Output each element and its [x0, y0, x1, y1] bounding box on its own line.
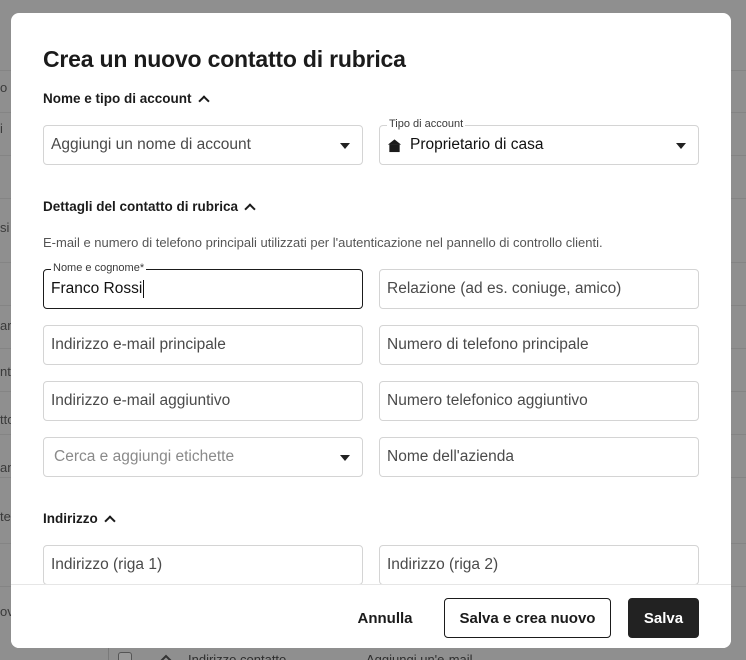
- home-icon: [160, 654, 172, 660]
- section-heading: Indirizzo: [43, 511, 98, 526]
- save-and-new-button[interactable]: Salva e crea nuovo: [444, 598, 611, 638]
- extra-phone-placeholder: Numero telefonico aggiuntivo: [387, 392, 588, 409]
- modal-body: Crea un nuovo contatto di rubrica Nome e…: [11, 13, 731, 584]
- chevron-up-icon: [244, 202, 256, 215]
- extra-phone-field[interactable]: Numero telefonico aggiuntivo: [379, 381, 699, 421]
- company-field[interactable]: Nome dell'azienda: [379, 437, 699, 477]
- section-heading: Dettagli del contatto di rubrica: [43, 199, 239, 214]
- full-name-field[interactable]: Nome e cognome* Franco Rossi: [43, 262, 363, 309]
- details-section-toggle[interactable]: Dettagli del contatto di rubrica: [43, 199, 256, 215]
- account-name-select[interactable]: Aggiungi un nome di account: [43, 125, 363, 165]
- primary-phone-placeholder: Numero di telefono principale: [387, 336, 589, 353]
- extra-email-placeholder: Indirizzo e-mail aggiuntivo: [51, 392, 231, 409]
- primary-email-field[interactable]: Indirizzo e-mail principale: [43, 325, 363, 365]
- address-line2-placeholder: Indirizzo (riga 2): [387, 556, 499, 573]
- home-icon: [387, 138, 402, 152]
- cancel-button[interactable]: Annulla: [343, 598, 427, 638]
- account-section-toggle[interactable]: Nome e tipo di account: [43, 91, 210, 107]
- section-heading: Nome e tipo di account: [43, 91, 192, 106]
- dropdown-arrow-icon: [340, 455, 350, 461]
- tags-placeholder: Cerca e aggiungi etichette: [54, 448, 235, 465]
- address-section-toggle[interactable]: Indirizzo: [43, 511, 116, 527]
- tags-select[interactable]: Cerca e aggiungi etichette: [43, 437, 363, 477]
- address-line2-field[interactable]: Indirizzo (riga 2): [379, 545, 699, 584]
- company-placeholder: Nome dell'azienda: [387, 448, 515, 465]
- bg-row-label: Indirizzo contatto: [188, 652, 287, 660]
- account-name-placeholder: Aggiungi un nome di account: [51, 136, 251, 153]
- save-button[interactable]: Salva: [628, 598, 699, 638]
- bg-row-value: Aggiungi un'e-mail: [366, 652, 473, 660]
- account-type-value: Proprietario di casa: [410, 136, 544, 153]
- modal-footer: Annulla Salva e crea nuovo Salva: [11, 584, 731, 648]
- extra-email-field[interactable]: Indirizzo e-mail aggiuntivo: [43, 381, 363, 421]
- primary-email-placeholder: Indirizzo e-mail principale: [51, 336, 226, 353]
- chevron-up-icon: [197, 94, 210, 107]
- text-caret: [143, 280, 145, 298]
- dropdown-arrow-icon: [676, 143, 686, 149]
- modal-title: Crea un nuovo contatto di rubrica: [43, 46, 406, 72]
- account-type-select[interactable]: Tipo di account Proprietario di casa: [379, 118, 699, 165]
- address-line1-placeholder: Indirizzo (riga 1): [51, 556, 163, 573]
- dropdown-arrow-icon: [340, 143, 350, 149]
- primary-phone-field[interactable]: Numero di telefono principale: [379, 325, 699, 365]
- bg-bottom-row: Indirizzo contatto Aggiungi un'e-mail: [0, 648, 746, 660]
- new-contact-modal: Crea un nuovo contatto di rubrica Nome e…: [11, 13, 731, 648]
- chevron-up-icon: [104, 514, 116, 527]
- relation-field[interactable]: Relazione (ad es. coniuge, amico): [379, 269, 699, 309]
- relation-placeholder: Relazione (ad es. coniuge, amico): [387, 280, 622, 297]
- full-name-label: Nome e cognome*: [51, 262, 147, 274]
- address-line1-field[interactable]: Indirizzo (riga 1): [43, 545, 363, 584]
- details-helper-text: E-mail e numero di telefono principali u…: [43, 235, 603, 250]
- full-name-value: Franco Rossi: [51, 280, 143, 297]
- account-type-label: Tipo di account: [387, 118, 466, 130]
